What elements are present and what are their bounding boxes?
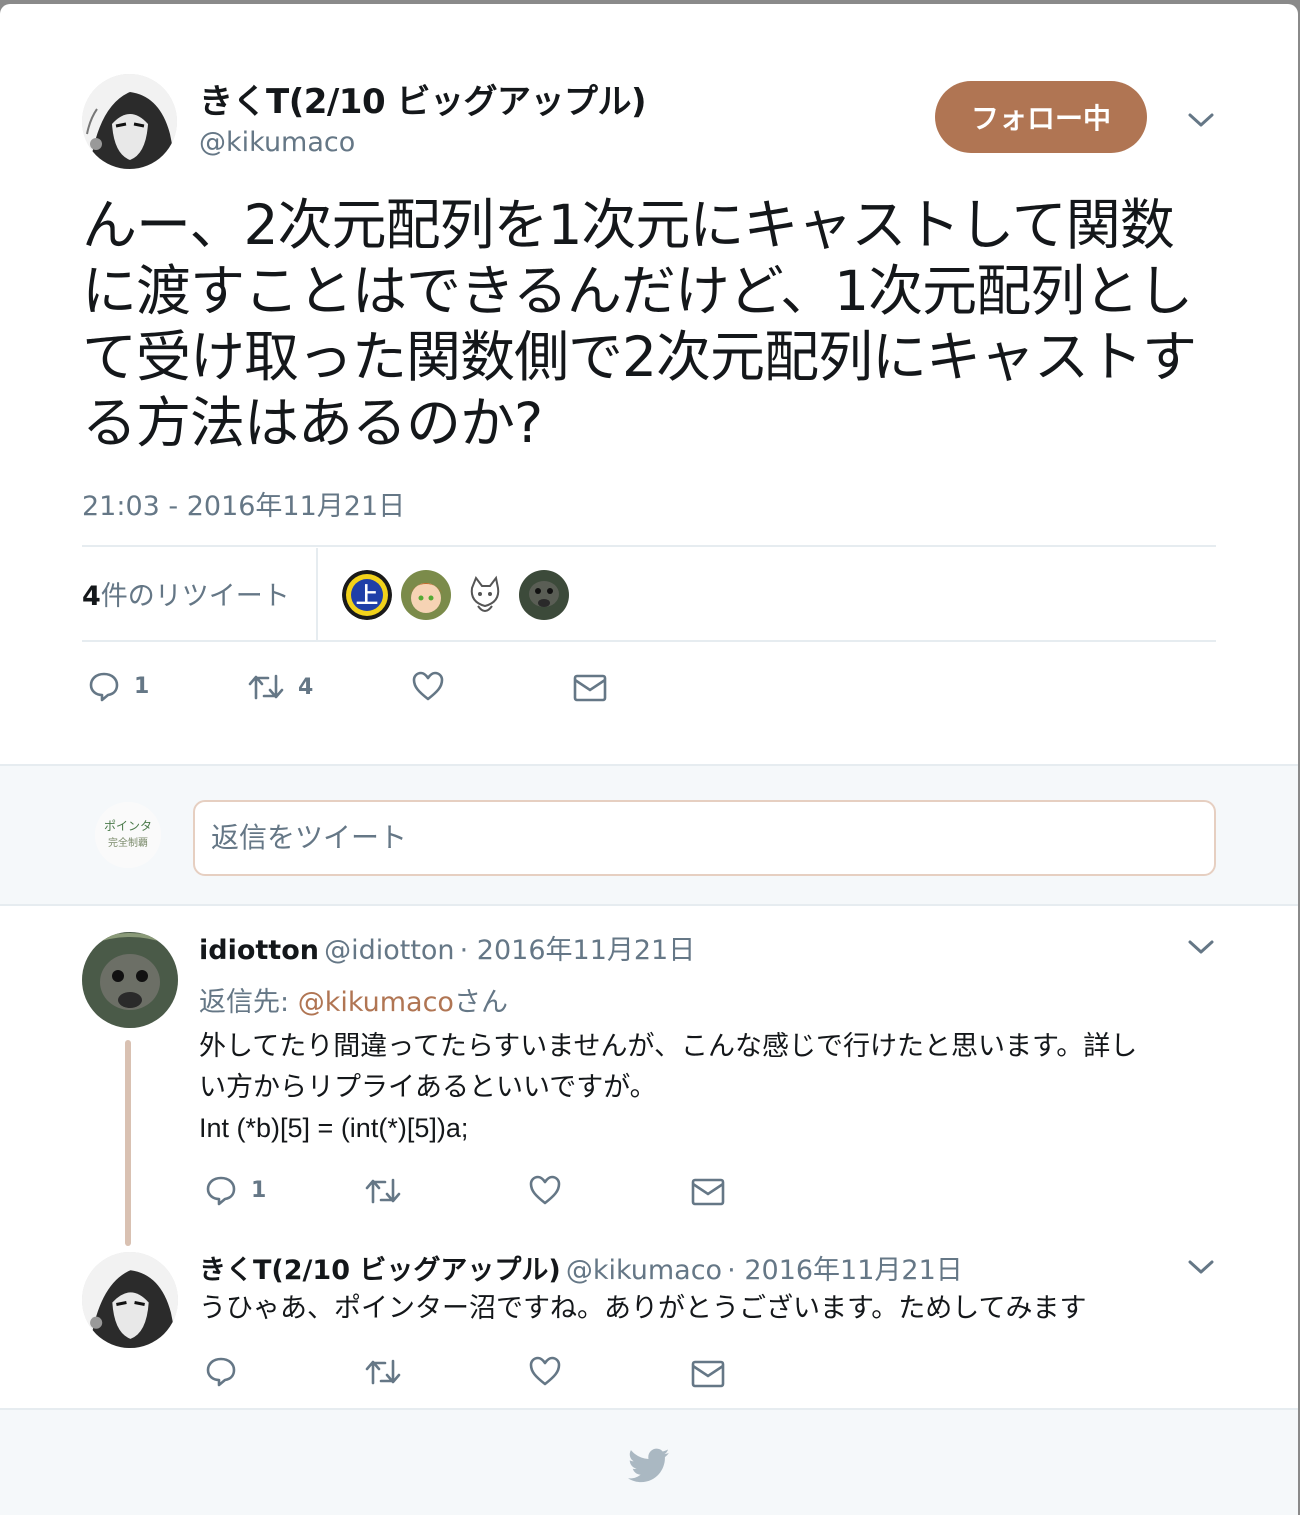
- divider: [82, 640, 1216, 642]
- retweet-icon: [365, 1359, 401, 1385]
- reply-to-suffix: さん: [453, 987, 508, 1018]
- modal-footer: [0, 1408, 1298, 1515]
- reply-count: 1: [251, 1177, 267, 1203]
- reply-author-name[interactable]: きくT(2/10 ビッグアップル): [199, 1255, 561, 1286]
- divider: [82, 545, 1216, 547]
- retweet-count: 4: [298, 674, 314, 700]
- reply-count: 1: [134, 673, 150, 699]
- retweet-action[interactable]: [365, 1176, 401, 1206]
- retweeter-avatar[interactable]: [401, 570, 451, 620]
- reply-icon: [89, 672, 119, 702]
- reply-date[interactable]: · 2016年11月21日: [460, 935, 696, 966]
- retweet-count-stat[interactable]: 4件のリツイート: [82, 574, 290, 613]
- reply-header: きくT(2/10 ビッグアップル) @kikumaco · 2016年11月21…: [199, 1248, 963, 1287]
- author-handle[interactable]: @kikumaco: [199, 127, 355, 158]
- reply-icon: [206, 1357, 236, 1387]
- reply-text: 外してたり間違ってたらすいませんが、こんな感じで行けたと思います。詳し い方から…: [199, 1026, 1209, 1149]
- reply-text-line: 外してたり間違ってたらすいませんが、こんな感じで行けたと思います。詳し: [199, 1031, 1138, 1062]
- reply-text: うひゃあ、ポインター沼ですね。ありがとうございます。ためしてみます: [199, 1293, 1087, 1324]
- current-user-avatar: ポインタ 完全制覇: [95, 802, 161, 868]
- reply-input[interactable]: 返信をツイート: [193, 800, 1216, 876]
- svg-text:ポインタ: ポインタ: [104, 819, 152, 833]
- reply-text-code: Int (*b)[5] = (int(*)[5])a;: [199, 1113, 469, 1143]
- reply-text-line: い方からリプライあるといいですが。: [199, 1072, 657, 1103]
- reply-author-name[interactable]: idiotton: [199, 935, 319, 966]
- retweeter-avatar[interactable]: 上: [342, 570, 392, 620]
- svg-text:完全制覇: 完全制覇: [108, 836, 148, 849]
- retweeter-avatar[interactable]: [519, 570, 569, 620]
- reply-to-line: 返信先: @kikumacoさん: [199, 980, 508, 1019]
- reply-author-handle[interactable]: @idiotton: [324, 935, 454, 966]
- retweet-icon: [365, 1178, 401, 1204]
- tweet-text: んー、2次元配列を1次元にキャストして関数に渡すことはできるんだけど、1次元配列…: [82, 193, 1197, 455]
- reply-action[interactable]: [205, 1355, 237, 1387]
- thread-connector: [125, 1040, 131, 1246]
- dm-icon: [691, 1178, 725, 1206]
- retweet-count-label: 件のリツイート: [100, 581, 290, 612]
- reply-to-prefix: 返信先:: [199, 987, 298, 1018]
- retweet-count-number: 4: [82, 581, 101, 612]
- reply-avatar[interactable]: [82, 1252, 178, 1348]
- following-button[interactable]: フォロー中: [935, 81, 1147, 153]
- retweet-icon: [248, 674, 284, 700]
- retweet-action[interactable]: 4: [248, 672, 313, 702]
- reply-avatar[interactable]: [82, 932, 178, 1028]
- dm-icon: [573, 674, 607, 702]
- reply-action[interactable]: 1: [205, 1174, 266, 1206]
- like-icon: [412, 671, 444, 701]
- twitter-bird-icon: [628, 1448, 670, 1483]
- like-action[interactable]: [528, 1355, 562, 1387]
- dm-action[interactable]: [691, 1178, 725, 1206]
- svg-text:上: 上: [356, 584, 378, 609]
- dm-icon: [691, 1360, 725, 1388]
- reply-compose-area: ポインタ完全制覇 返信をツイート: [0, 764, 1298, 906]
- reply-action[interactable]: 1: [88, 670, 149, 702]
- author-avatar[interactable]: [82, 74, 177, 169]
- dm-action[interactable]: [573, 674, 607, 702]
- dm-action[interactable]: [691, 1360, 725, 1388]
- author-name[interactable]: きくT(2/10 ビッグアップル): [199, 74, 647, 123]
- main-tweet: きくT(2/10 ビッグアップル) @kikumaco フォロー中 んー、2次元…: [0, 4, 1298, 764]
- chevron-down-icon[interactable]: [1186, 1257, 1216, 1277]
- reply-icon: [206, 1176, 236, 1206]
- reply-author-handle[interactable]: @kikumaco: [566, 1255, 722, 1286]
- like-icon: [529, 1356, 561, 1386]
- like-action[interactable]: [528, 1174, 562, 1206]
- tweet-timestamp[interactable]: 21:03 - 2016年11月21日: [82, 484, 405, 523]
- reply-date[interactable]: · 2016年11月21日: [727, 1255, 963, 1286]
- stat-divider: [316, 548, 318, 640]
- reply-header: idiotton @idiotton · 2016年11月21日: [199, 928, 695, 967]
- retweet-action[interactable]: [365, 1357, 401, 1387]
- like-icon: [529, 1175, 561, 1205]
- tweet-modal: きくT(2/10 ビッグアップル) @kikumaco フォロー中 んー、2次元…: [0, 4, 1298, 1515]
- like-action[interactable]: [411, 670, 445, 702]
- retweeter-avatar[interactable]: [460, 570, 510, 620]
- chevron-down-icon[interactable]: [1186, 110, 1216, 130]
- chevron-down-icon[interactable]: [1186, 937, 1216, 957]
- reply-to-link[interactable]: @kikumaco: [298, 987, 454, 1018]
